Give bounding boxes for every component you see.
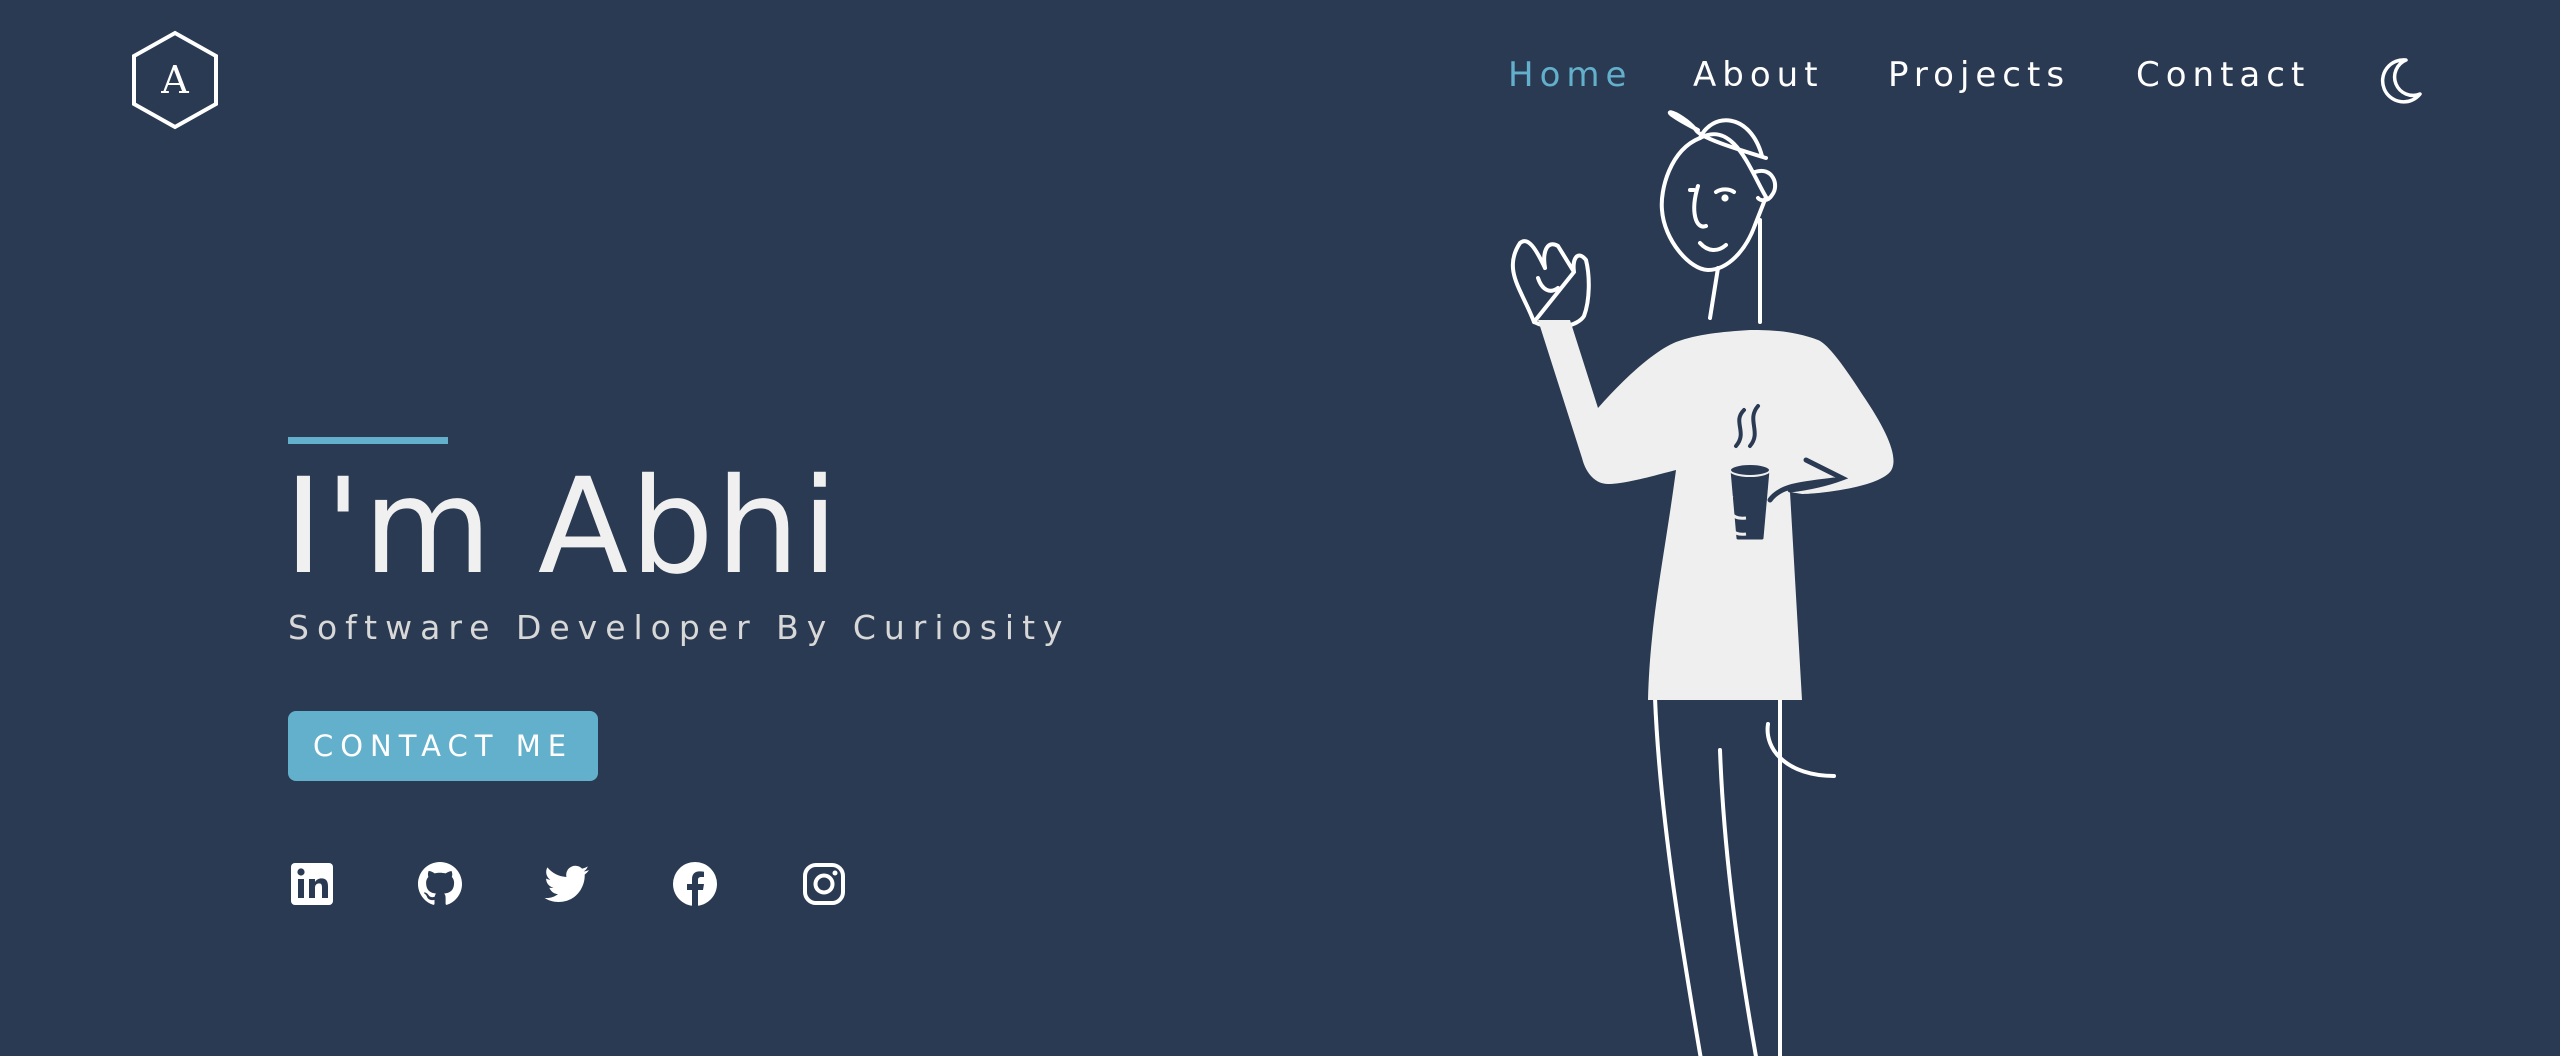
- nav-projects-link[interactable]: Projects: [1888, 55, 2070, 95]
- hero-illustration: [1450, 100, 2020, 1056]
- twitter-icon: [544, 865, 589, 902]
- title-accent-bar: [288, 437, 448, 444]
- site-logo[interactable]: A: [130, 30, 220, 130]
- moon-icon: [2380, 58, 2422, 104]
- logo-letter: A: [161, 58, 189, 102]
- facebook-link[interactable]: [671, 860, 719, 908]
- contact-me-button[interactable]: CONTACT ME: [288, 711, 598, 781]
- person-with-coffee-illustration: [1510, 110, 1894, 1056]
- nav-home-link[interactable]: Home: [1508, 55, 1632, 95]
- nav-about-link[interactable]: About: [1693, 55, 1824, 95]
- hero-title: I'm Abhi: [284, 450, 841, 604]
- hero-subtitle: Software Developer By Curiosity: [288, 608, 1071, 647]
- github-link[interactable]: [416, 860, 464, 908]
- linkedin-icon: [291, 863, 333, 905]
- instagram-link[interactable]: [800, 860, 848, 908]
- github-icon: [418, 862, 462, 905]
- theme-toggle-button[interactable]: [2376, 54, 2424, 106]
- facebook-icon: [673, 862, 717, 906]
- twitter-link[interactable]: [543, 860, 591, 908]
- instagram-icon: [803, 863, 845, 905]
- linkedin-link[interactable]: [288, 860, 336, 908]
- nav-contact-link[interactable]: Contact: [2136, 55, 2310, 95]
